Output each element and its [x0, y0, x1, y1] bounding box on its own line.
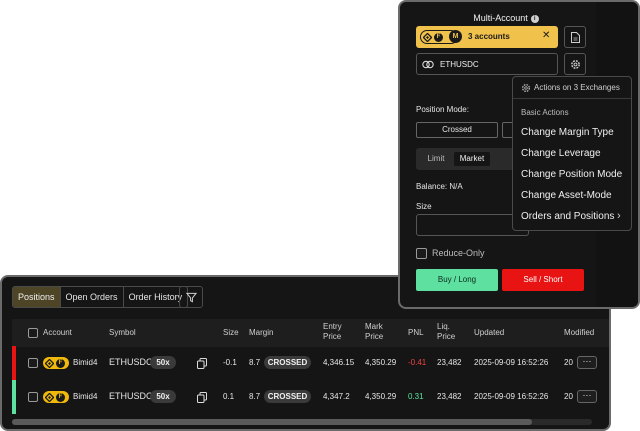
futures-badge: F — [434, 32, 443, 42]
tab-market[interactable]: Market — [454, 152, 490, 166]
symbol-value: ETHUSDC — [440, 60, 479, 69]
size-label: Size — [416, 202, 432, 211]
menu-item-change-asset-mode[interactable]: Change Asset-Mode — [521, 190, 612, 202]
panel-title: Multi-Account i — [400, 13, 612, 23]
row-checkbox[interactable] — [28, 392, 38, 402]
column-account: Account — [43, 328, 72, 337]
pnl-value: 0.31 — [408, 392, 424, 401]
document-icon — [570, 31, 580, 43]
reduce-only-label: Reduce-Only — [432, 248, 485, 258]
menu-item-change-margin-type[interactable]: Change Margin Type — [521, 127, 614, 139]
margin-mode-badge[interactable]: CROSSED — [264, 390, 311, 403]
positions-tabs: Positions Open Orders Order History — [12, 286, 189, 308]
exchange-badge: F — [43, 357, 69, 369]
reduce-only-checkbox[interactable] — [416, 248, 427, 259]
tab-limit[interactable]: Limit — [422, 152, 450, 166]
column-symbol: Symbol — [109, 328, 136, 337]
column-margin: Margin — [249, 328, 274, 337]
table-row[interactable]: F Bimid4 ETHUSDC 50x 0.1 8.7 CROSSED 4,3… — [12, 380, 609, 414]
row-more-button[interactable]: ⋯ — [577, 390, 597, 403]
position-size: -0.1 — [223, 358, 237, 367]
sell-short-button[interactable]: Sell / Short — [502, 269, 584, 291]
buy-long-button[interactable]: Buy / Long — [416, 269, 498, 291]
gear-icon — [522, 84, 530, 92]
side-marker-short — [12, 346, 16, 380]
column-updated: Updated — [474, 328, 505, 337]
select-all-checkbox[interactable] — [28, 328, 38, 338]
horizontal-scrollbar[interactable] — [12, 419, 592, 425]
gear-icon — [570, 59, 580, 69]
entry-price: 4,347.2 — [323, 392, 350, 401]
copy-icon[interactable] — [197, 358, 207, 369]
link-icon — [422, 60, 434, 69]
menu-item-change-position-mode[interactable]: Change Position Mode — [521, 169, 622, 181]
modified-time: 20 — [564, 392, 573, 401]
column-mark-price: Mark Price — [365, 322, 384, 341]
margin-value: 8.7 — [249, 358, 261, 367]
liq-price: 23,482 — [437, 358, 462, 367]
close-icon[interactable]: ✕ — [542, 30, 550, 41]
liq-price: 23,482 — [437, 392, 462, 401]
scrollbar-thumb[interactable] — [12, 419, 532, 425]
updated-time: 2025-09-09 16:52:26 — [474, 392, 549, 401]
leverage-badge[interactable]: 50x — [150, 390, 176, 403]
account-name: Bimid4 — [73, 392, 98, 401]
position-mode-button[interactable]: Crossed — [416, 122, 498, 138]
row-checkbox[interactable] — [28, 358, 38, 368]
margin-value: 8.7 — [249, 392, 261, 401]
balance-row: Balance: N/A — [416, 182, 463, 191]
document-button[interactable] — [564, 26, 586, 48]
table-row[interactable]: F Bimid4 ETHUSDC 50x -0.1 8.7 CROSSED 4,… — [12, 346, 609, 380]
pnl-value: -0.41 — [408, 358, 427, 367]
positions-table-header: Account Symbol Size Margin Entry Price Ma… — [12, 319, 609, 347]
copy-icon[interactable] — [197, 392, 207, 403]
column-pnl: PNL — [408, 328, 424, 337]
info-icon[interactable]: i — [530, 14, 539, 23]
exchange-badge: F — [43, 391, 69, 403]
binance-icon — [45, 358, 54, 368]
tab-order-history[interactable]: Order History — [124, 287, 188, 307]
section-label: Basic Actions — [521, 108, 569, 117]
filter-button[interactable] — [179, 286, 203, 308]
binance-icon — [45, 392, 54, 402]
side-marker-long — [12, 380, 16, 414]
order-type-tabs: Limit Market — [416, 148, 516, 170]
margin-badge: M — [449, 30, 462, 43]
column-size: Size — [223, 328, 239, 337]
dropdown-header: Actions on 3 Exchanges — [513, 77, 631, 99]
margin-mode-badge[interactable]: CROSSED — [264, 356, 311, 369]
tab-open-orders[interactable]: Open Orders — [61, 287, 124, 307]
accounts-count: 3 accounts — [468, 32, 510, 41]
chevron-right-icon: › — [617, 210, 621, 222]
balance-value: N/A — [449, 182, 463, 191]
position-size: 0.1 — [223, 392, 235, 401]
row-more-button[interactable]: ⋯ — [577, 356, 597, 369]
menu-item-change-leverage[interactable]: Change Leverage — [521, 148, 601, 160]
account-name: Bimid4 — [73, 358, 98, 367]
updated-time: 2025-09-09 16:52:26 — [474, 358, 549, 367]
column-modified: Modified — [564, 328, 595, 337]
leverage-badge[interactable]: 50x — [150, 356, 176, 369]
account-selector[interactable]: F M 3 accounts ✕ — [416, 26, 558, 48]
modified-time: 20 — [564, 358, 573, 367]
filter-icon — [185, 292, 197, 302]
symbol-selector[interactable]: ETHUSDC — [416, 53, 558, 75]
position-mode-label: Position Mode: — [416, 105, 469, 114]
binance-icon — [423, 32, 432, 42]
tab-positions[interactable]: Positions — [13, 287, 61, 307]
settings-button[interactable] — [564, 53, 586, 75]
menu-item-orders-and-positions[interactable]: Orders and Positions — [521, 211, 614, 223]
mark-price: 4,350.29 — [365, 392, 397, 401]
column-entry-price: Entry Price — [323, 322, 342, 341]
symbol[interactable]: ETHUSDC — [109, 357, 153, 367]
entry-price: 4,346.15 — [323, 358, 355, 367]
actions-dropdown: Actions on 3 Exchanges Basic Actions Cha… — [512, 76, 632, 231]
column-liq-price: Liq. Price — [437, 322, 456, 341]
symbol[interactable]: ETHUSDC — [109, 391, 153, 401]
mark-price: 4,350.29 — [365, 358, 397, 367]
